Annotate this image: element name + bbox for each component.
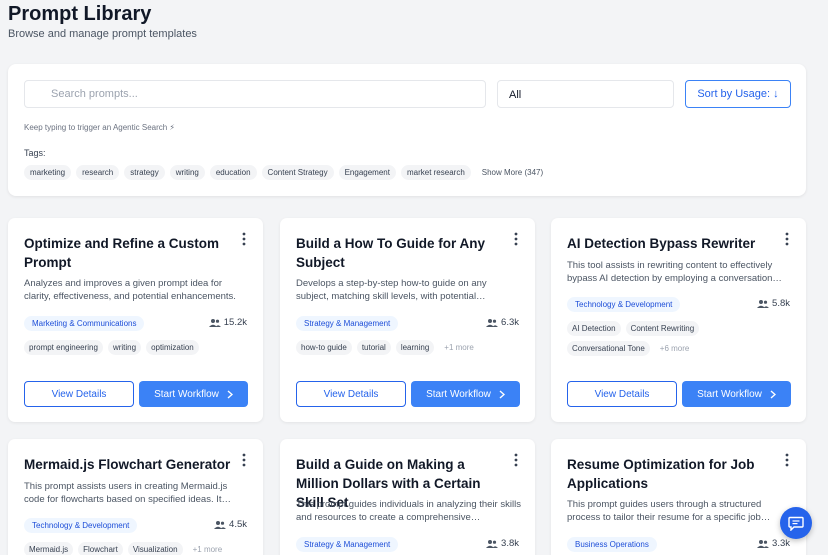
usage-value: 4.5k <box>229 519 247 530</box>
card-tag[interactable]: AI Detection <box>567 321 621 336</box>
show-more-tags-button[interactable]: Show More (347) <box>476 165 549 180</box>
tags-row: marketing research strategy writing educ… <box>24 165 549 180</box>
page-title: Prompt Library <box>8 3 152 25</box>
card-tag[interactable]: tutorial <box>356 340 391 355</box>
card-tag[interactable]: Flowchart <box>78 542 123 555</box>
view-details-button[interactable]: View Details <box>24 381 134 407</box>
usage-count: 3.3k <box>757 538 790 549</box>
filter-panel: All Sort by Usage: ↓ Keep typing to trig… <box>8 64 806 196</box>
category-badge[interactable]: Strategy & Management <box>296 537 399 552</box>
usage-value: 15.2k <box>223 317 247 328</box>
more-vertical-icon[interactable] <box>511 453 521 467</box>
card-tag[interactable]: writing <box>107 340 142 355</box>
card-title[interactable]: AI Detection Bypass Rewriter <box>567 234 777 253</box>
prompt-card: Build a Guide on Making a Million Dollar… <box>280 439 535 555</box>
category-badge[interactable]: Strategy & Management <box>296 316 399 331</box>
card-tag[interactable]: Mermaid.js <box>24 542 74 555</box>
card-description: Develops a step-by-step how-to guide on … <box>296 278 487 302</box>
card-description: This prompt guides users through a struc… <box>567 499 771 523</box>
users-icon <box>486 318 499 327</box>
chat-button[interactable] <box>780 507 812 539</box>
more-tags-button[interactable]: +6 more <box>655 341 695 356</box>
chat-icon <box>788 516 804 531</box>
prompt-card: Build a How To Guide for Any Subject Dev… <box>280 218 535 422</box>
usage-count: 5.8k <box>757 298 790 309</box>
usage-count: 3.8k <box>486 538 519 549</box>
start-workflow-button[interactable]: Start Workflow <box>411 381 520 407</box>
prompt-card: Optimize and Refine a Custom Prompt Anal… <box>8 218 263 422</box>
card-description: This tool assists in rewriting content t… <box>567 260 782 284</box>
card-tags: Mermaid.js Flowchart Visualization +1 mo… <box>24 542 249 555</box>
start-workflow-button[interactable]: Start Workflow <box>682 381 791 407</box>
tag-chip[interactable]: Engagement <box>338 165 396 180</box>
category-badge[interactable]: Technology & Development <box>567 297 681 312</box>
usage-count: 15.2k <box>208 317 247 328</box>
card-tag[interactable]: learning <box>395 340 435 355</box>
users-icon <box>208 318 221 327</box>
card-tags: AI Detection Content Rewriting Conversat… <box>567 321 737 356</box>
card-tags: how-to guide tutorial learning +1 more <box>296 340 521 355</box>
usage-value: 3.3k <box>772 538 790 549</box>
search-wrap <box>24 80 486 108</box>
search-input[interactable] <box>24 80 486 108</box>
chevron-right-icon <box>499 389 505 399</box>
view-details-button[interactable]: View Details <box>567 381 677 407</box>
card-title[interactable]: Resume Optimization for Job Applications <box>567 455 772 493</box>
card-tag[interactable]: Conversational Tone <box>567 341 650 356</box>
tag-chip[interactable]: Content Strategy <box>261 165 334 180</box>
sort-button[interactable]: Sort by Usage: ↓ <box>685 80 791 108</box>
usage-count: 6.3k <box>486 317 519 328</box>
category-badge[interactable]: Business Operations <box>567 537 657 552</box>
start-workflow-label: Start Workflow <box>154 388 219 400</box>
card-description: This prompt guides individuals in analyz… <box>296 499 521 523</box>
card-title[interactable]: Mermaid.js Flowchart Generator <box>24 455 239 474</box>
users-icon <box>757 539 770 548</box>
usage-value: 6.3k <box>501 317 519 328</box>
start-workflow-label: Start Workflow <box>426 388 491 400</box>
more-vertical-icon[interactable] <box>239 232 249 246</box>
chevron-right-icon <box>770 389 776 399</box>
tag-chip[interactable]: writing <box>169 165 205 180</box>
search-hint: Keep typing to trigger an Agentic Search… <box>24 123 176 132</box>
card-title[interactable]: Build a How To Guide for Any Subject <box>296 234 496 272</box>
prompt-card: AI Detection Bypass Rewriter This tool a… <box>551 218 806 422</box>
card-description: This prompt assists users in creating Me… <box>24 481 232 505</box>
more-tags-button[interactable]: +1 more <box>188 542 228 555</box>
category-badge[interactable]: Marketing & Communications <box>24 316 145 331</box>
prompt-card: Mermaid.js Flowchart Generator This prom… <box>8 439 263 555</box>
usage-count: 4.5k <box>214 519 247 530</box>
tag-chip[interactable]: strategy <box>124 165 165 180</box>
more-vertical-icon[interactable] <box>782 453 792 467</box>
category-select[interactable]: All <box>497 80 674 108</box>
more-tags-button[interactable]: +1 more <box>439 340 479 355</box>
tag-chip[interactable]: education <box>209 165 257 180</box>
users-icon <box>214 520 227 529</box>
category-badge[interactable]: Technology & Development <box>24 518 138 533</box>
users-icon <box>757 299 770 308</box>
page-subtitle: Browse and manage prompt templates <box>8 28 197 40</box>
card-tag[interactable]: Content Rewriting <box>625 321 700 336</box>
more-vertical-icon[interactable] <box>782 232 792 246</box>
view-details-button[interactable]: View Details <box>296 381 406 407</box>
start-workflow-button[interactable]: Start Workflow <box>139 381 248 407</box>
card-title[interactable]: Optimize and Refine a Custom Prompt <box>24 234 224 272</box>
start-workflow-label: Start Workflow <box>697 388 762 400</box>
usage-value: 3.8k <box>501 538 519 549</box>
tags-label: Tags: <box>24 148 46 158</box>
users-icon <box>486 539 499 548</box>
card-tag[interactable]: prompt engineering <box>24 340 103 355</box>
chevron-right-icon <box>227 389 233 399</box>
card-tags: prompt engineering writing optimization <box>24 340 249 355</box>
tag-chip[interactable]: research <box>76 165 120 180</box>
tag-chip[interactable]: marketing <box>24 165 72 180</box>
card-tag[interactable]: optimization <box>146 340 199 355</box>
tag-chip[interactable]: market research <box>400 165 471 180</box>
card-tag[interactable]: Visualization <box>127 542 183 555</box>
usage-value: 5.8k <box>772 298 790 309</box>
more-vertical-icon[interactable] <box>511 232 521 246</box>
card-description: Analyzes and improves a given prompt ide… <box>24 278 236 302</box>
more-vertical-icon[interactable] <box>239 453 249 467</box>
prompt-card: Resume Optimization for Job Applications… <box>551 439 806 555</box>
card-tag[interactable]: how-to guide <box>296 340 352 355</box>
